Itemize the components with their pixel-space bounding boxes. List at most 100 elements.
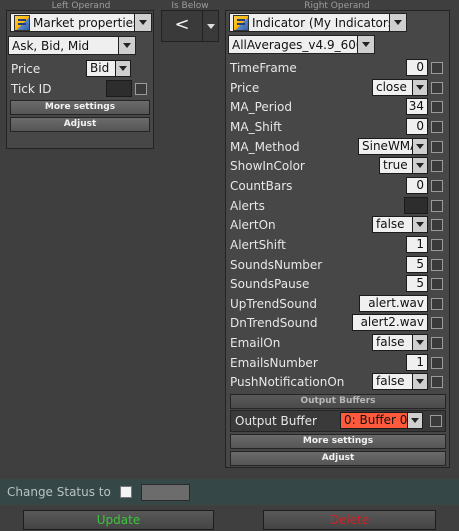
param-input[interactable]: 1 <box>406 236 428 253</box>
param-label: SoundsPause <box>230 277 310 291</box>
param-label: EmailsNumber <box>230 356 318 370</box>
param-label: Price <box>230 81 260 95</box>
param-select[interactable]: false <box>372 334 428 351</box>
param-label: AlertShift <box>230 238 286 252</box>
chevron-down-icon[interactable] <box>413 373 428 390</box>
param-label: TimeFrame <box>230 61 297 75</box>
param-select[interactable]: SineWMA <box>358 138 428 155</box>
param-label: EmailOn <box>230 336 281 350</box>
param-input[interactable]: 0 <box>406 177 428 194</box>
output-buffer-checkbox[interactable] <box>430 415 442 427</box>
chevron-down-icon[interactable] <box>119 36 136 55</box>
param-label: CountBars <box>230 179 293 193</box>
right-adjust-button[interactable]: Adjust <box>230 451 446 466</box>
left-param-label-price: Price <box>11 62 41 76</box>
param-checkbox[interactable] <box>431 278 443 290</box>
change-status-checkbox[interactable] <box>120 486 132 498</box>
param-label: MA_Shift <box>230 120 282 134</box>
param-input[interactable]: 5 <box>406 275 428 292</box>
delete-button[interactable]: Delete <box>263 510 436 530</box>
param-select[interactable]: false <box>372 216 428 233</box>
param-checkbox[interactable] <box>431 141 443 153</box>
param-label: DnTrendSound <box>230 316 318 330</box>
param-value: false <box>372 334 413 351</box>
param-checkbox[interactable] <box>431 298 443 310</box>
chevron-down-icon[interactable] <box>116 60 131 77</box>
market-properties-icon <box>14 14 30 31</box>
param-value: false <box>372 373 413 390</box>
param-value: close <box>372 79 413 96</box>
output-buffers-header: Output Buffers <box>230 394 446 409</box>
output-buffer-value: 0: Buffer 0 <box>340 412 408 429</box>
right-category-value: Indicator (My Indicators) <box>252 15 390 30</box>
param-label: UpTrendSound <box>230 297 318 311</box>
chevron-down-icon[interactable] <box>358 35 375 54</box>
indicator-value: AllAverages_v4.9_600 <box>232 37 358 52</box>
param-label: PushNotificationOn <box>230 375 345 389</box>
param-input[interactable]: alert.wav <box>359 295 428 312</box>
param-input[interactable]: alert2.wav <box>352 314 428 331</box>
param-label: MA_Method <box>230 140 300 154</box>
param-label: Alerts <box>230 199 265 213</box>
param-input[interactable]: 0 <box>406 118 428 135</box>
param-checkbox[interactable] <box>431 317 443 329</box>
chevron-down-icon[interactable] <box>203 10 219 42</box>
param-checkbox[interactable] <box>431 82 443 94</box>
param-value: false <box>372 216 413 233</box>
param-checkbox[interactable] <box>431 121 443 133</box>
left-adjust-button[interactable]: Adjust <box>10 117 150 132</box>
param-select[interactable]: close <box>372 79 428 96</box>
update-button[interactable]: Update <box>23 510 214 530</box>
chevron-down-icon[interactable] <box>408 412 423 429</box>
tick-id-checkbox[interactable] <box>135 83 147 95</box>
output-buffer-select[interactable]: 0: Buffer 0 <box>340 412 423 429</box>
left-sub-value: Ask, Bid, Mid <box>12 38 90 53</box>
param-checkbox[interactable] <box>431 259 443 271</box>
left-more-settings-button[interactable]: More settings <box>10 100 150 115</box>
param-input[interactable]: 1 <box>406 354 428 371</box>
param-label: MA_Period <box>230 100 292 114</box>
left-category-dropdown[interactable]: Market properties <box>10 13 152 32</box>
indicator-icon <box>233 14 249 31</box>
status-color-swatch[interactable] <box>141 484 190 501</box>
param-input[interactable]: 34 <box>406 98 428 115</box>
tick-id-input[interactable] <box>106 80 132 97</box>
param-checkbox[interactable] <box>431 357 443 369</box>
indicator-dropdown[interactable]: AllAverages_v4.9_600 <box>228 35 375 54</box>
param-checkbox[interactable] <box>431 200 443 212</box>
param-checkbox[interactable] <box>431 62 443 74</box>
chevron-down-icon[interactable] <box>413 334 428 351</box>
operator-dropdown[interactable]: < <box>161 10 219 42</box>
left-category-value: Market properties <box>33 15 135 30</box>
param-label: AlertOn <box>230 218 276 232</box>
left-sub-dropdown[interactable]: Ask, Bid, Mid <box>8 36 136 55</box>
param-select[interactable]: false <box>372 373 428 390</box>
change-status-label: Change Status to <box>7 485 111 499</box>
chevron-down-icon[interactable] <box>413 157 428 174</box>
left-param-label-tickid: Tick ID <box>11 82 52 96</box>
param-checkbox[interactable] <box>431 180 443 192</box>
left-price-value: Bid <box>86 60 116 77</box>
right-more-settings-button[interactable]: More settings <box>230 434 446 449</box>
param-checkbox[interactable] <box>431 376 443 388</box>
param-checkbox[interactable] <box>431 160 443 172</box>
param-checkbox[interactable] <box>431 239 443 251</box>
param-checkbox[interactable] <box>431 219 443 231</box>
param-label: SoundsNumber <box>230 258 323 272</box>
left-price-select[interactable]: Bid <box>86 60 131 77</box>
param-checkbox[interactable] <box>431 101 443 113</box>
chevron-down-icon[interactable] <box>413 79 428 96</box>
right-category-dropdown[interactable]: Indicator (My Indicators) <box>229 13 407 32</box>
chevron-down-icon[interactable] <box>390 13 407 32</box>
chevron-down-icon[interactable] <box>413 138 428 155</box>
param-label: ShowInColor <box>230 159 305 173</box>
param-input[interactable] <box>404 197 428 214</box>
chevron-down-icon[interactable] <box>135 13 152 32</box>
param-checkbox[interactable] <box>431 337 443 349</box>
param-input[interactable]: 0 <box>406 59 428 76</box>
param-select[interactable]: true <box>379 157 428 174</box>
chevron-down-icon[interactable] <box>413 216 428 233</box>
param-input[interactable]: 5 <box>406 256 428 273</box>
output-buffer-label: Output Buffer <box>235 414 317 428</box>
operator-value: < <box>161 10 203 42</box>
